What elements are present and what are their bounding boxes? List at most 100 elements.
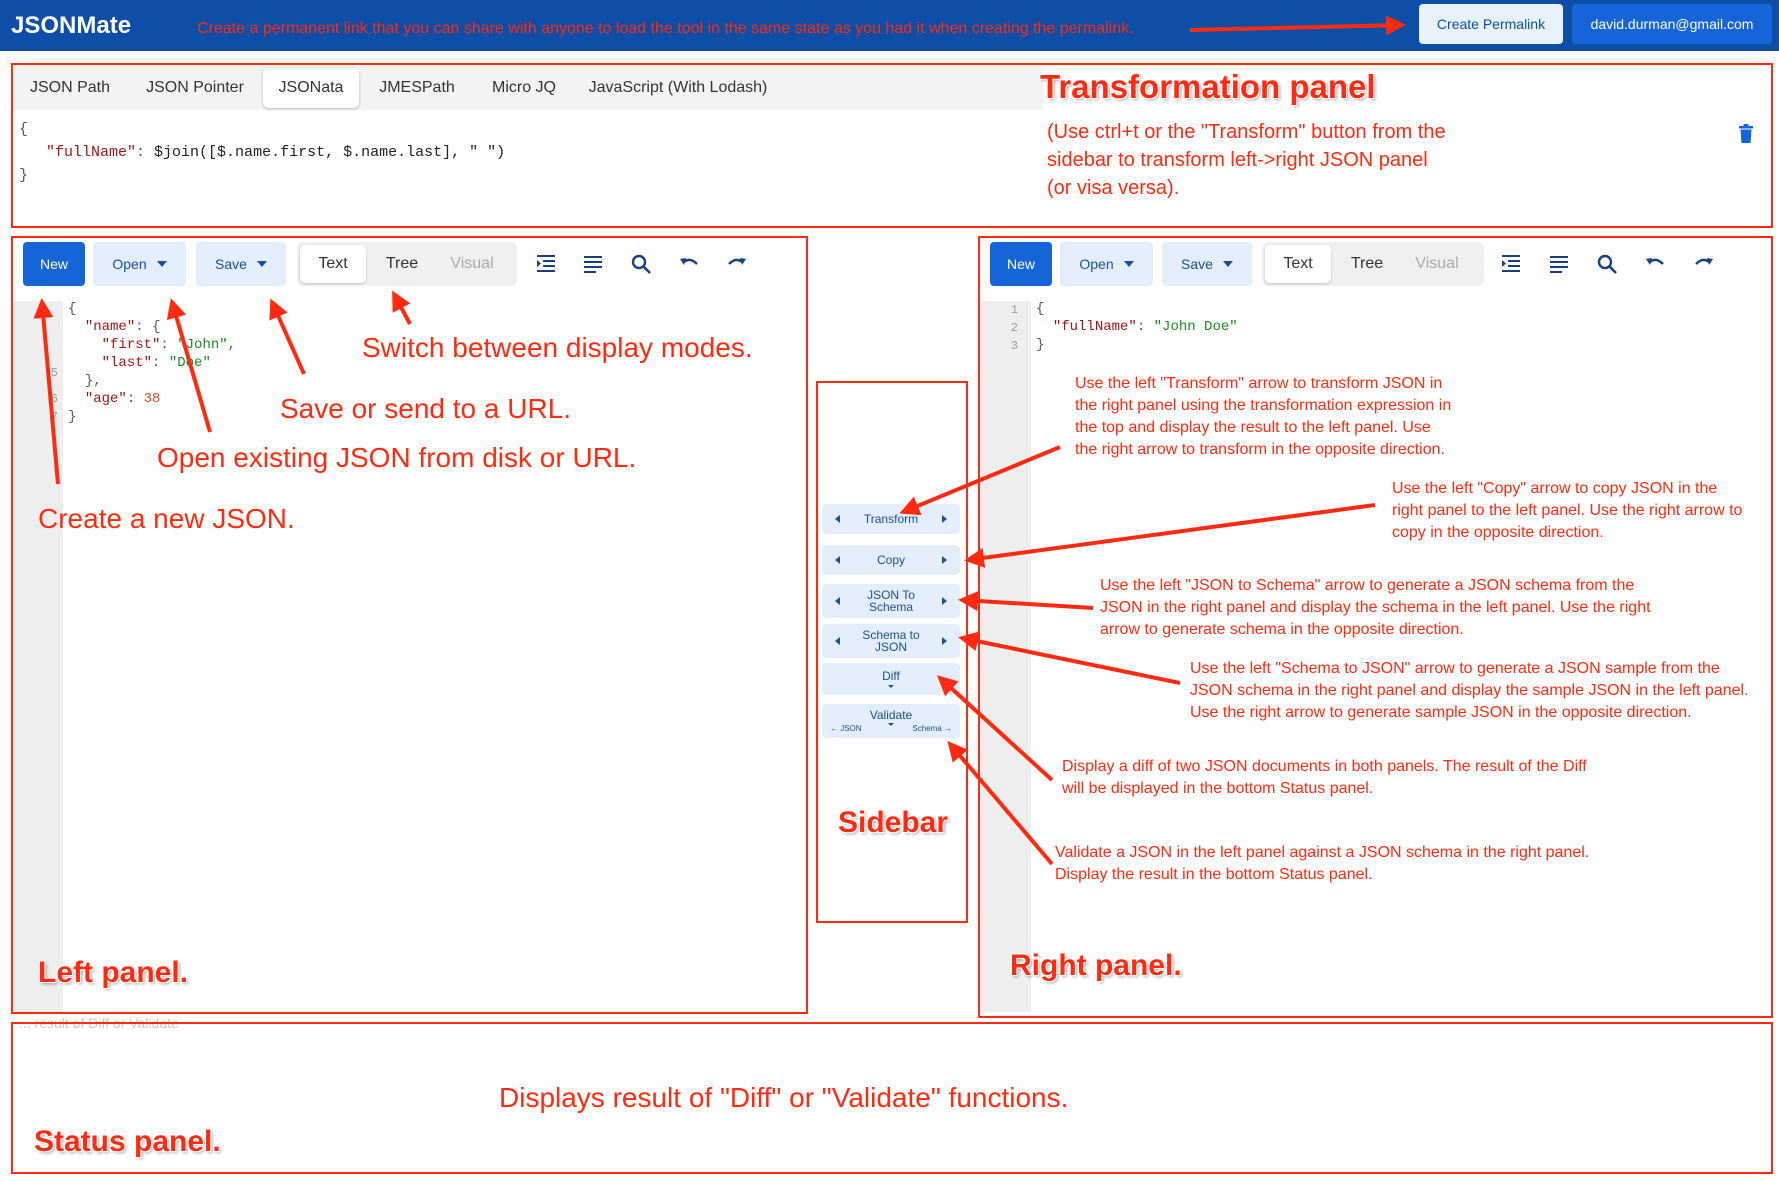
chevron-down-icon [888,723,894,726]
sidebar-diff-button[interactable]: Diff [822,663,960,695]
compact-icon[interactable] [1548,253,1570,275]
transform-left-arrow-icon[interactable] [835,515,840,523]
annotation-json-to-schema: Use the left "JSON to Schema" arrow to g… [1100,577,1651,638]
format-indent-icon[interactable] [1500,253,1522,275]
tab-json-pointer[interactable]: JSON Pointer [130,68,260,108]
code-punc: }, [84,373,102,389]
annotation-copy: Use the left "Copy" arrow to copy JSON i… [1392,480,1743,541]
tab-jsonata[interactable]: JSONata [263,68,359,108]
code-brace: { [19,121,29,138]
annotation-display-modes: Switch between display modes. [362,332,753,363]
annotation-save: Save or send to a URL. [280,393,572,424]
sidebar-transform-label: Transform [863,512,919,526]
sidebar-copy-button[interactable]: Copy [822,545,960,575]
code-punc: : [160,337,178,353]
format-indent-icon[interactable] [535,253,557,275]
app-title[interactable]: JSONMate [11,12,131,40]
redo-icon[interactable] [1693,253,1715,275]
code-punc: } [1036,337,1045,353]
right-gutter [981,301,1031,1012]
annotation-diff: Display a diff of two JSON documents in … [1062,758,1587,797]
annotation-schema-to-json: Use the left "Schema to JSON" arrow to g… [1190,660,1749,721]
left-open-button[interactable]: Open [93,242,186,286]
right-open-button[interactable]: Open [1060,242,1153,286]
left-gutter [13,301,63,1012]
left-mode-tree[interactable]: Tree [369,242,435,286]
left-mode-visual[interactable]: Visual [439,242,505,286]
right-mode-text[interactable]: Text [1265,245,1331,283]
code-expression: $join([$.name.first, $.name.last], " ") [154,144,506,161]
right-panel-label: Right panel. [1010,949,1182,982]
code-punc: { [1036,301,1045,317]
right-save-button[interactable]: Save [1162,242,1252,286]
search-icon[interactable] [630,253,652,275]
undo-icon[interactable] [1644,253,1666,275]
line-number: 1 [1010,303,1018,317]
left-json-editor[interactable]: { "name": { "first": "John", "last": "Do… [68,300,236,426]
code-brace: } [19,167,29,184]
create-permalink-button[interactable]: Create Permalink [1419,4,1563,44]
sidebar-transform-button[interactable]: Transform [822,504,960,534]
code-punc: : [1136,319,1154,335]
left-panel-label: Left panel. [38,956,189,989]
right-new-button[interactable]: New [990,242,1052,286]
transformation-expression-editor[interactable]: { "fullName": $join([$.name.first, $.nam… [19,118,505,187]
code-punc: : [152,355,169,371]
compact-icon[interactable] [582,253,604,275]
code-punc: : { [135,319,161,335]
json-to-schema-left-arrow-icon[interactable] [835,597,840,605]
left-mode-text[interactable]: Text [300,245,366,283]
code-punc: , [227,337,237,353]
tab-json-path[interactable]: JSON Path [15,68,125,108]
code-key: "last" [101,355,153,371]
transformation-annotation: (Use ctrl+t or the "Transform" button fr… [1047,121,1446,199]
tab-javascript-lodash[interactable]: JavaScript (With Lodash) [578,68,778,108]
copy-left-arrow-icon[interactable] [835,556,840,564]
code-key: "age" [84,391,127,407]
code-punc: } [68,409,77,425]
chevron-down-icon [156,261,167,267]
validate-schema-hint[interactable]: Schema → [912,723,952,735]
annotation-new: Create a new JSON. [38,503,295,534]
left-save-button[interactable]: Save [196,242,286,286]
left-new-button[interactable]: New [23,242,85,286]
sidebar-label: Sidebar [838,806,949,839]
tab-jmespath[interactable]: JMESPath [362,68,472,108]
line-number: 5 [50,366,58,380]
redo-icon[interactable] [726,253,748,275]
line-number: 2 [1010,321,1018,335]
right-mode-switch: Text Tree Visual [1262,242,1484,286]
copy-right-arrow-icon[interactable] [942,556,947,564]
search-icon[interactable] [1596,253,1618,275]
right-save-label: Save [1181,256,1213,272]
trash-icon[interactable] [1738,124,1754,144]
code-string: "John" [177,337,228,353]
status-description: Displays result of "Diff" or "Validate" … [499,1082,1069,1113]
right-mode-tree[interactable]: Tree [1334,242,1400,286]
sidebar-validate-label: Validate [869,708,913,722]
annotation-open: Open existing JSON from disk or URL. [157,442,637,473]
code-punc: : [126,391,144,407]
transform-right-arrow-icon[interactable] [942,515,947,523]
right-mode-visual[interactable]: Visual [1404,242,1470,286]
code-key: "fullName" [46,144,137,161]
validate-json-hint[interactable]: ← JSON [830,723,862,735]
json-to-schema-right-arrow-icon[interactable] [942,597,947,605]
sidebar-schema-to-json-button[interactable]: Schema to JSON [822,624,960,658]
permalink-annotation: Create a permanent link that you can sha… [197,20,1134,37]
code-key: "first" [101,337,161,353]
status-panel-label: Status panel. [34,1125,221,1158]
code-number: 38 [143,391,161,407]
tab-micro-jq[interactable]: Micro JQ [476,68,572,108]
schema-to-json-right-arrow-icon[interactable] [942,637,947,645]
user-account-button[interactable]: david.durman@gmail.com [1572,4,1772,44]
code-colon: : [136,144,155,161]
sidebar-validate-button[interactable]: Validate ← JSON Schema → [822,704,960,738]
undo-icon[interactable] [678,253,700,275]
transformation-panel-label: Transformation panel [1040,68,1376,105]
right-json-editor[interactable]: { "fullName": "John Doe" } [1036,300,1238,354]
left-save-label: Save [215,256,247,272]
line-number: 3 [1010,339,1018,353]
sidebar-json-to-schema-button[interactable]: JSON To Schema [822,584,960,618]
schema-to-json-left-arrow-icon[interactable] [835,637,840,645]
